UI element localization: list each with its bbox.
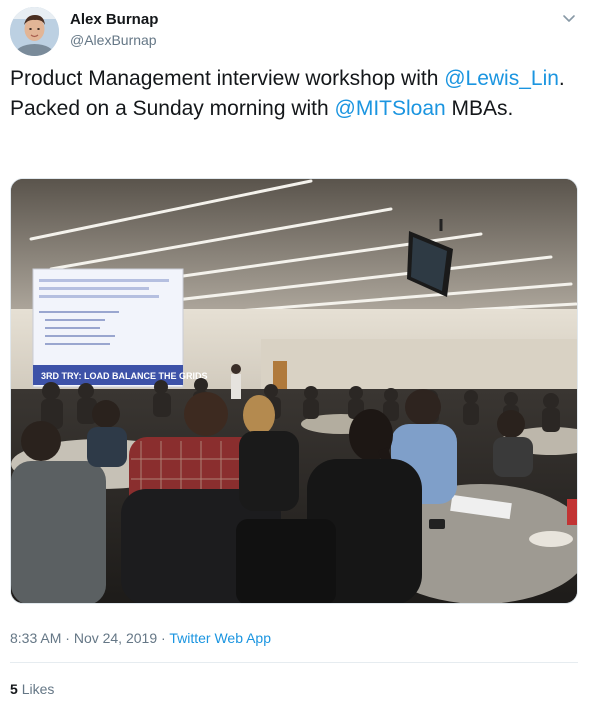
tweet-text-part: Product Management interview workshop wi… — [10, 67, 445, 90]
avatar-image — [10, 7, 59, 56]
tweet-source-link[interactable]: Twitter Web App — [169, 630, 271, 646]
tweet-text-part: MBAs. — [445, 97, 514, 120]
likes-count: 5 — [10, 681, 18, 697]
author-handle[interactable]: @AlexBurnap — [70, 32, 157, 48]
likes-label: Likes — [21, 681, 55, 697]
slide-banner-text: 3RD TRY: LOAD BALANCE THE GRIDS — [41, 371, 208, 381]
mention-link-lewis-lin[interactable]: @Lewis_Lin — [444, 67, 559, 90]
tweet-time[interactable]: 8:33 AM — [10, 630, 61, 646]
tweet-meta: 8:33 AM · Nov 24, 2019 · Twitter Web App — [10, 630, 271, 646]
tweet-text: Product Management interview workshop wi… — [10, 64, 570, 124]
meta-separator: · — [61, 630, 74, 646]
mention-link-mitsloan[interactable]: @MITSloan — [335, 97, 446, 120]
author-name[interactable]: Alex Burnap — [70, 11, 158, 28]
likes-stat[interactable]: 5 Likes — [10, 681, 54, 697]
divider — [10, 662, 578, 663]
tweet-card: Alex Burnap @AlexBurnap Product Manageme… — [0, 0, 589, 703]
tweet-photo[interactable]: 3RD TRY: LOAD BALANCE THE GRIDS — [10, 178, 578, 604]
avatar[interactable] — [10, 7, 59, 56]
classroom-photo: 3RD TRY: LOAD BALANCE THE GRIDS — [11, 179, 577, 603]
chevron-down-icon[interactable] — [561, 10, 577, 26]
meta-separator: · — [157, 630, 170, 646]
tweet-date[interactable]: Nov 24, 2019 — [74, 630, 157, 646]
